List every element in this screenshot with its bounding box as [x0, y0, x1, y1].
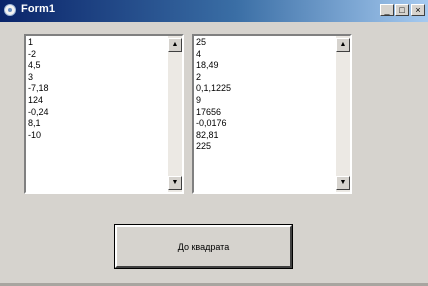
square-button[interactable]: До квадрата	[114, 224, 293, 269]
input-listbox[interactable]: 1 -2 4,5 3 -7,18 124 -0,24 8,1 -10 ▲ ▼	[24, 34, 184, 194]
list-item[interactable]: 3	[28, 72, 166, 84]
list-item[interactable]: 25	[196, 37, 334, 49]
list-item[interactable]: -0,0176	[196, 118, 334, 130]
scroll-down-button[interactable]: ▼	[168, 176, 182, 190]
output-list-scrollbar[interactable]: ▲ ▼	[336, 36, 350, 192]
list-item[interactable]: -7,18	[28, 83, 166, 95]
window-title: Form1	[21, 3, 56, 15]
list-item[interactable]: -0,24	[28, 107, 166, 119]
close-button[interactable]: ×	[411, 4, 425, 16]
list-item[interactable]: 82,81	[196, 130, 334, 142]
list-item[interactable]: 4,5	[28, 60, 166, 72]
list-item[interactable]: -2	[28, 49, 166, 61]
minimize-button[interactable]: _	[380, 4, 394, 16]
scroll-up-button[interactable]: ▲	[168, 38, 182, 52]
list-item[interactable]: 1	[28, 37, 166, 49]
scroll-up-button[interactable]: ▲	[336, 38, 350, 52]
input-list-items: 1 -2 4,5 3 -7,18 124 -0,24 8,1 -10	[28, 37, 166, 141]
maximize-button[interactable]: □	[395, 4, 409, 16]
list-item[interactable]: 124	[28, 95, 166, 107]
input-list-scrollbar[interactable]: ▲ ▼	[168, 36, 182, 192]
list-item[interactable]: 225	[196, 141, 334, 153]
list-item[interactable]: 8,1	[28, 118, 166, 130]
scroll-down-button[interactable]: ▼	[336, 176, 350, 190]
output-listbox[interactable]: 25 4 18,49 2 0,1,1225 9 17656 -0,0176 82…	[192, 34, 352, 194]
list-item[interactable]: 17656	[196, 107, 334, 119]
title-bar: Form1 _ □ ×	[0, 0, 428, 22]
list-item[interactable]: 0,1,1225	[196, 83, 334, 95]
list-item[interactable]: 2	[196, 72, 334, 84]
list-item[interactable]: 18,49	[196, 60, 334, 72]
list-item[interactable]: 4	[196, 49, 334, 61]
output-list-items: 25 4 18,49 2 0,1,1225 9 17656 -0,0176 82…	[196, 37, 334, 153]
list-item[interactable]: -10	[28, 130, 166, 142]
list-item[interactable]: 9	[196, 95, 334, 107]
app-icon	[4, 4, 16, 16]
